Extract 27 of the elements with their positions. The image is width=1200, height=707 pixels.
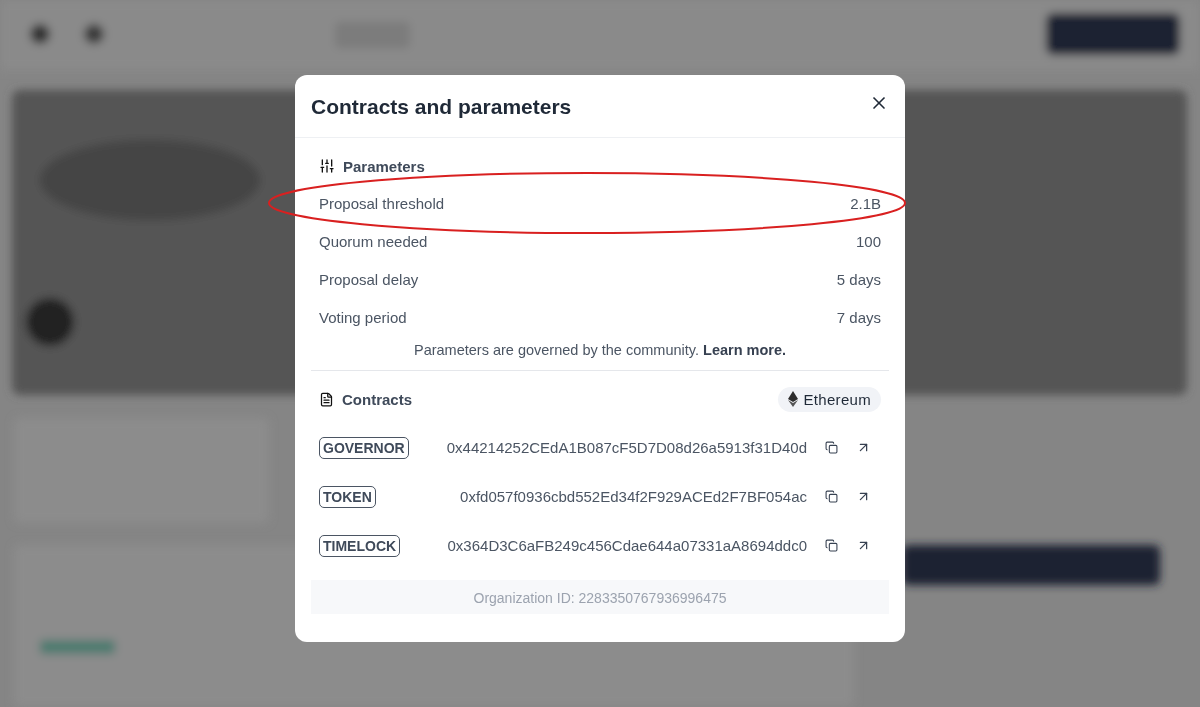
parameter-value: 2.1B [850,194,881,212]
copy-button[interactable] [825,441,838,454]
ethereum-icon [787,391,798,407]
learn-more-link[interactable]: Learn more. [703,342,787,358]
section-heading: Parameters [343,157,425,175]
network-chip: Ethereum [777,386,881,412]
organization-id: Organization ID: 2283350767936996475 [311,580,889,614]
parameter-label: Proposal delay [319,270,419,288]
section-heading: Contracts [342,390,412,408]
contract-address: 0xfd057f0936cbd552Ed34f2F929ACEd2F7BF054ac [459,488,807,505]
parameter-label: Voting period [319,308,407,326]
copy-button[interactable] [825,539,838,552]
parameter-value: 7 days [836,308,881,326]
contract-tag: GOVERNOR [319,436,409,459]
contract-address: 0x44214252CEdA1B087cF5D7D08d26a5913f31D40d [445,439,807,456]
contract-tag: TIMELOCK [319,534,401,557]
document-icon [319,391,334,407]
parameter-value: 100 [855,232,881,250]
contract-tag: TOKEN [319,485,376,508]
dialog-title: Contracts and parameters [311,95,572,119]
sliders-icon [319,158,335,174]
parameters-note: Parameters are governed by the community. Learn more. [311,342,889,371]
parameter-label: Quorum needed [319,232,428,250]
parameter-value: 5 days [836,270,881,288]
parameter-label: Proposal threshold [319,194,445,212]
copy-button[interactable] [825,490,838,503]
contract-address: 0x364D3C6aFB249c456Cdae644a07331aA8694ddc0 [446,537,807,554]
